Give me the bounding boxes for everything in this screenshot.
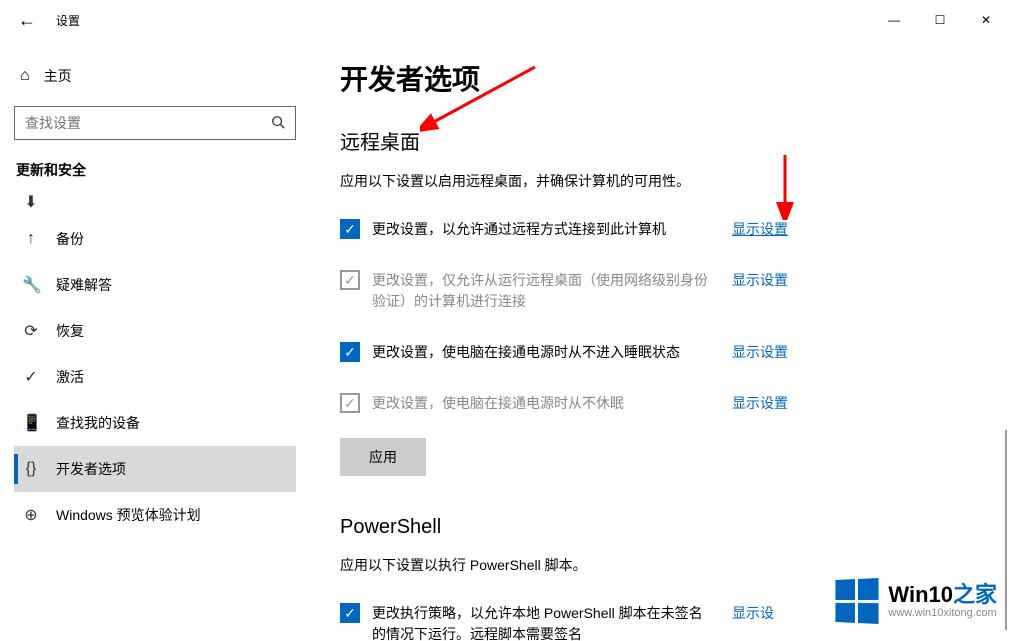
section-remote-desc: 应用以下设置以启用远程桌面，并确保计算机的可用性。 (340, 171, 979, 191)
sidebar-item-label: 恢复 (56, 321, 84, 341)
setting-row: ✓ 更改设置，使电脑在接通电源时从不休眠 显示设置 (340, 393, 979, 414)
checkbox: ✓ (340, 270, 360, 290)
page-title: 开发者选项 (340, 58, 979, 98)
setting-text: 更改设置，以允许通过远程方式连接到此计算机 (372, 219, 712, 240)
checkbox[interactable]: ✓ (340, 219, 360, 239)
check-icon: ✓ (344, 606, 356, 620)
check-circle-icon: ✓ (22, 367, 40, 387)
sidebar-item-security[interactable]: ⬇ Windows 安全中心 (14, 192, 296, 216)
sidebar-item-troubleshoot[interactable]: 🔧 疑难解答 (14, 262, 296, 308)
setting-text: 更改执行策略，以允许本地 PowerShell 脚本在未签名的情况下运行。远程脚… (372, 603, 712, 641)
sidebar-item-findmydevice[interactable]: 📱 查找我的设备 (14, 400, 296, 446)
show-settings-link[interactable]: 显示设置 (732, 270, 788, 290)
watermark-url: www.win10xitong.com (888, 607, 997, 619)
sidebar-item-recovery[interactable]: ⟳ 恢复 (14, 308, 296, 354)
setting-text: 更改设置，仅允许从运行远程桌面（使用网络级别身份验证）的计算机进行连接 (372, 270, 712, 312)
sidebar-item-label: 查找我的设备 (56, 413, 140, 433)
backup-icon: ↑ (22, 230, 40, 248)
checkbox: ✓ (340, 393, 360, 413)
nav-list: ⬇ Windows 安全中心 ↑ 备份 🔧 疑难解答 ⟳ 恢复 ✓ 激活 📱 查 (14, 192, 296, 538)
sidebar: ⌂ 主页 更新和安全 ⬇ Windows 安全中心 ↑ 备份 🔧 疑难解答 (0, 40, 310, 641)
show-settings-link[interactable]: 显示设置 (732, 219, 788, 239)
window-title: 设置 (56, 12, 80, 29)
back-button[interactable]: ← (18, 10, 36, 31)
sidebar-item-label: 开发者选项 (56, 459, 126, 479)
home-icon: ⌂ (20, 67, 30, 85)
scrollbar[interactable] (1005, 430, 1007, 630)
search-input[interactable] (25, 115, 271, 131)
checkbox[interactable]: ✓ (340, 603, 360, 623)
minimize-button[interactable]: — (871, 4, 917, 36)
watermark: Win10之家 www.win10xitong.com (834, 579, 997, 623)
sidebar-item-label: 激活 (56, 367, 84, 387)
main-content: 开发者选项 远程桌面 应用以下设置以启用远程桌面，并确保计算机的可用性。 ✓ 更… (310, 40, 1009, 641)
search-icon (271, 115, 285, 132)
window-controls: — ☐ ✕ (871, 4, 1009, 36)
check-icon: ✓ (344, 345, 356, 359)
maximize-button[interactable]: ☐ (917, 4, 963, 36)
setting-row: ✓ 更改设置，以允许通过远程方式连接到此计算机 显示设置 (340, 219, 979, 240)
home-label: 主页 (44, 66, 72, 86)
close-button[interactable]: ✕ (963, 4, 1009, 36)
insider-icon: ⊕ (22, 505, 40, 525)
section-powershell-title: PowerShell (340, 516, 979, 539)
setting-row: ✓ 更改设置，仅允许从运行远程桌面（使用网络级别身份验证）的计算机进行连接 显示… (340, 270, 979, 312)
show-settings-link[interactable]: 显示设 (732, 603, 774, 623)
sidebar-item-developer[interactable]: {} 开发者选项 (14, 446, 296, 492)
watermark-brand: Win10之家 (888, 583, 997, 607)
home-link[interactable]: ⌂ 主页 (14, 58, 296, 94)
setting-text: 更改设置，使电脑在接通电源时从不休眠 (372, 393, 712, 414)
code-icon: {} (22, 460, 40, 478)
sidebar-item-label: 备份 (56, 229, 84, 249)
wrench-icon: 🔧 (22, 275, 40, 295)
setting-text: 更改设置，使电脑在接通电源时从不进入睡眠状态 (372, 342, 712, 363)
check-icon: ✓ (344, 222, 356, 236)
section-remote-title: 远程桌面 (340, 126, 979, 155)
category-label: 更新和安全 (14, 160, 296, 180)
device-icon: 📱 (22, 413, 40, 433)
sidebar-item-activation[interactable]: ✓ 激活 (14, 354, 296, 400)
checkbox[interactable]: ✓ (340, 342, 360, 362)
apply-button[interactable]: 应用 (340, 438, 426, 476)
recovery-icon: ⟳ (22, 321, 40, 341)
titlebar: ← 设置 — ☐ ✕ (0, 0, 1009, 40)
sidebar-item-label: Windows 预览体验计划 (56, 505, 201, 525)
windows-logo-icon (836, 578, 879, 624)
show-settings-link[interactable]: 显示设置 (732, 393, 788, 413)
setting-row: ✓ 更改设置，使电脑在接通电源时从不进入睡眠状态 显示设置 (340, 342, 979, 363)
sidebar-item-insider[interactable]: ⊕ Windows 预览体验计划 (14, 492, 296, 538)
sidebar-item-backup[interactable]: ↑ 备份 (14, 216, 296, 262)
show-settings-link[interactable]: 显示设置 (732, 342, 788, 362)
sidebar-item-label: 疑难解答 (56, 275, 112, 295)
check-icon: ✓ (344, 396, 356, 410)
section-powershell-desc: 应用以下设置以执行 PowerShell 脚本。 (340, 555, 979, 575)
check-icon: ✓ (344, 273, 356, 287)
download-icon: ⬇ (22, 192, 40, 212)
search-box[interactable] (14, 106, 296, 140)
